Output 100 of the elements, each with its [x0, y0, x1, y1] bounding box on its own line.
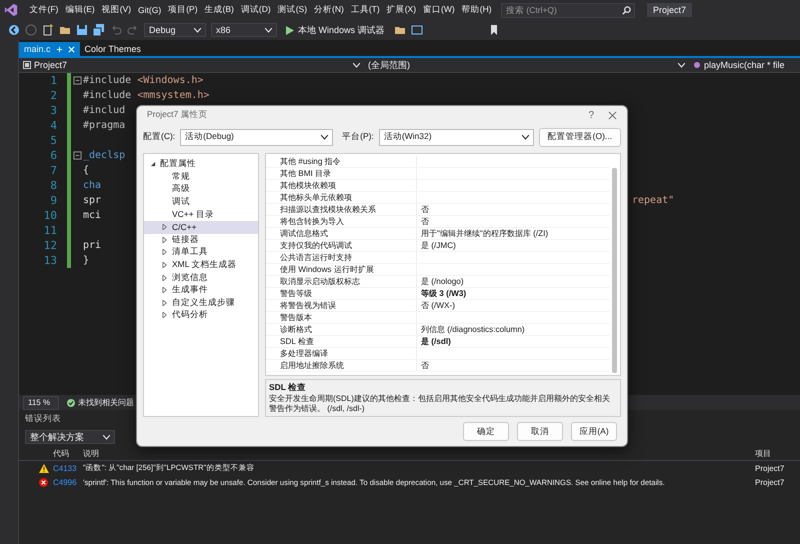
code-text: spr: [83, 195, 102, 206]
menu-item[interactable]: 文件(F): [26, 4, 62, 16]
property-value[interactable]: 用于"编辑并继续"的程序数据库 (/ZI): [421, 228, 548, 239]
close-icon[interactable]: [608, 110, 617, 120]
collapse-icon[interactable]: [73, 76, 82, 85]
menu-item[interactable]: 编辑(E): [62, 4, 98, 16]
property-value[interactable]: 是 (/sdl): [421, 336, 451, 347]
configuration-dropdown[interactable]: 活动(Debug): [180, 128, 334, 146]
configuration-manager-button[interactable]: 配置管理器(O)...: [538, 128, 621, 146]
property-value[interactable]: 是 (/JMC): [421, 240, 456, 251]
error-code-link[interactable]: C4133: [53, 464, 83, 472]
tree-item[interactable]: 自定义生成步骤: [144, 296, 258, 310]
dialog-button[interactable]: 取消: [517, 422, 563, 441]
tree-item[interactable]: VC++ 目录: [144, 208, 258, 221]
property-name[interactable]: 取消显示启动版权标志: [280, 276, 416, 287]
tree-item[interactable]: 浏览信息: [144, 271, 258, 284]
redo-icon[interactable]: [127, 24, 139, 36]
tree-item[interactable]: 高级: [144, 183, 258, 196]
caret-icon: [194, 28, 201, 32]
line-number: 11: [42, 224, 58, 237]
save-all-icon[interactable]: [93, 24, 105, 36]
menu-item[interactable]: 窗口(W): [420, 4, 458, 16]
run-button[interactable]: 本地 Windows 调试器: [282, 24, 389, 36]
property-name[interactable]: 多处理器编译: [280, 348, 416, 359]
property-name[interactable]: SDL 检查: [280, 336, 416, 347]
zoom-dropdown[interactable]: 115 %: [23, 396, 59, 410]
search-field[interactable]: 搜索 (Ctrl+Q): [501, 2, 636, 18]
field-label: 配置(C):: [143, 131, 176, 143]
property-name[interactable]: 公共语言运行时支持: [280, 252, 416, 263]
property-name[interactable]: 支持仅我的代码调试: [280, 240, 416, 251]
tree-item[interactable]: 配置属性: [144, 158, 258, 171]
menu-item[interactable]: 工具(T): [347, 4, 384, 16]
project-dropdown[interactable]: Project7: [19, 58, 364, 72]
property-name[interactable]: 将包含转换为导入: [280, 216, 416, 227]
property-name[interactable]: 警告版本: [280, 312, 416, 323]
property-name[interactable]: 其他 #using 指令: [280, 156, 416, 167]
menu-item[interactable]: 测试(S): [274, 4, 311, 16]
property-name[interactable]: 扫描源以查找模块依赖关系: [280, 204, 416, 215]
menu-item[interactable]: 帮助(H): [458, 4, 496, 16]
property-value[interactable]: 等级 3 (/W3): [421, 288, 466, 299]
configuration-dropdown[interactable]: Debug: [144, 23, 206, 37]
property-value[interactable]: 列信息 (/diagnostics:column): [421, 324, 525, 335]
column-header[interactable]: 说明: [83, 448, 755, 458]
tree-item[interactable]: C/C++: [144, 220, 258, 234]
property-name[interactable]: 调试信息格式: [280, 228, 416, 239]
expanded-arrow-icon[interactable]: [150, 161, 156, 168]
menu-item[interactable]: 项目(P): [164, 4, 202, 16]
menu-item[interactable]: Git(G): [134, 5, 165, 15]
property-value[interactable]: 否: [421, 216, 429, 227]
property-name[interactable]: 警告等级: [280, 288, 416, 299]
column-header[interactable]: 项目: [755, 448, 800, 458]
property-name[interactable]: 启用地址擦除系统: [280, 360, 416, 371]
property-name[interactable]: 其他模块依赖项: [280, 180, 416, 191]
dialog-button[interactable]: 确定: [463, 422, 509, 441]
menu-item[interactable]: 分析(N): [310, 4, 348, 16]
property-value[interactable]: 否: [421, 204, 429, 215]
menu-item[interactable]: 调试(D): [237, 4, 274, 16]
tree-item[interactable]: 常规: [144, 170, 258, 184]
collapse-icon[interactable]: [73, 151, 82, 160]
dialog-button[interactable]: 应用(A): [571, 422, 617, 441]
property-name[interactable]: 其他标头单元依赖项: [280, 192, 416, 203]
code-text: #include <mmsystem.h>: [83, 90, 210, 101]
menu-item[interactable]: 扩展(X): [383, 4, 420, 16]
scope-dropdown[interactable]: 整个解决方案: [25, 430, 115, 444]
search-icon: [622, 6, 632, 14]
property-name[interactable]: 将警告视为错误: [280, 300, 416, 311]
menu-item[interactable]: 生成(B): [201, 4, 238, 16]
save-icon[interactable]: [76, 24, 88, 36]
menu-item[interactable]: 视图(V): [98, 4, 135, 16]
scrollbar[interactable]: [612, 168, 617, 373]
line-number: 5: [49, 134, 58, 147]
property-name[interactable]: 使用 Windows 运行时扩展: [280, 264, 416, 275]
property-name[interactable]: 其他 BMI 目录: [280, 168, 416, 179]
tree-item[interactable]: 调试: [144, 196, 258, 208]
tree-item[interactable]: 链接器: [144, 234, 258, 246]
tree-item[interactable]: XML 文档生成器: [144, 258, 258, 272]
column-header[interactable]: 代码: [53, 448, 83, 458]
code-text: }: [83, 255, 90, 266]
new-item-icon[interactable]: [42, 24, 54, 36]
tree-item[interactable]: 生成事件: [144, 284, 258, 297]
folder-icon[interactable]: [59, 24, 71, 36]
error-code-link[interactable]: C4996: [53, 478, 83, 486]
document-tab[interactable]: Color Themes: [80, 42, 146, 56]
tree-item[interactable]: 清单工具: [144, 246, 258, 259]
document-tab[interactable]: main.c: [19, 42, 80, 56]
platform-dropdown[interactable]: 活动(Win32): [378, 128, 534, 146]
property-name[interactable]: 诊断格式: [280, 324, 416, 335]
window-icon[interactable]: [410, 24, 423, 36]
forward-icon[interactable]: [25, 24, 37, 36]
platform-dropdown[interactable]: x86: [211, 23, 277, 37]
tree-item[interactable]: 代码分析: [144, 309, 258, 322]
property-value[interactable]: 是 (/nologo): [421, 276, 464, 287]
folder-icon[interactable]: [394, 24, 406, 36]
scope-dropdown[interactable]: (全局范围): [364, 58, 689, 72]
undo-icon[interactable]: [110, 24, 122, 36]
member-dropdown[interactable]: playMusic(char * file: [689, 58, 800, 72]
property-value[interactable]: 否: [421, 360, 429, 371]
property-value[interactable]: 否 (/WX-): [421, 300, 455, 311]
help-button[interactable]: ?: [582, 110, 600, 120]
back-icon[interactable]: [8, 24, 20, 36]
